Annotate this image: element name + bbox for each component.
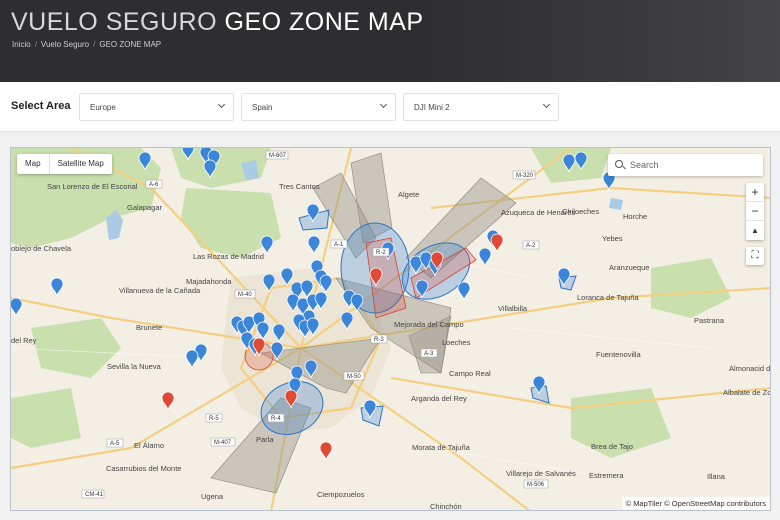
place-label: Casarrubios del Monte (106, 464, 181, 473)
page-header: VUELO SEGURO GEO ZONE MAP Inicio / Vuelo S… (0, 0, 780, 82)
place-label: Illana (707, 472, 726, 481)
place-label: Las Rozas de Madrid (193, 252, 264, 261)
breadcrumb: Inicio / Vuelo Seguro / GEO ZONE MAP (12, 40, 161, 49)
satellite-view-button[interactable]: Satellite Map (50, 154, 112, 174)
place-label: San Lorenzo de El Escorial (47, 182, 138, 191)
search-icon[interactable] (615, 160, 623, 168)
brand-name: VUELO SEGURO (11, 8, 218, 36)
place-label: Majadahonda (186, 277, 232, 286)
place-label: Arganda del Rey (411, 394, 467, 403)
breadcrumb-home[interactable]: Inicio (12, 40, 31, 49)
place-label: del Rey (11, 336, 37, 345)
road-label: CM-41 (85, 492, 104, 498)
map-search-input[interactable] (630, 157, 755, 173)
road-label: M-40 (238, 292, 252, 298)
region-select[interactable]: Europe (79, 93, 234, 121)
place-label: Galapagar (127, 203, 163, 212)
place-label: Brea de Tajo (591, 442, 633, 451)
compass-reset-button[interactable]: ▲ (746, 221, 764, 240)
zoom-in-button[interactable]: + (746, 183, 764, 202)
region-select-value: Europe (90, 103, 116, 112)
map-search-box (608, 154, 763, 176)
chevron-down-icon (542, 100, 551, 109)
road-label: M-407 (214, 440, 232, 446)
place-label: Aranzueque (609, 263, 649, 272)
place-label: Mejorada del Campo (394, 320, 464, 329)
place-label: Brunete (136, 323, 162, 332)
place-label: Villalbilla (498, 304, 528, 313)
place-label: Sevilla la Nueva (107, 362, 162, 371)
place-label: Algete (398, 190, 419, 199)
map-type-toggle: Map Satellite Map (17, 154, 112, 174)
zoom-out-button[interactable]: − (746, 202, 764, 221)
place-label: Fuentenovilla (596, 350, 641, 359)
road-label: A-3 (424, 351, 434, 357)
map-canvas[interactable]: San Lorenzo de El Escorial Galapagar Tre… (11, 148, 771, 511)
header-texture (420, 0, 780, 82)
place-label: Chinchón (430, 502, 462, 511)
chevron-down-icon (379, 100, 388, 109)
road-label: A-2 (526, 243, 536, 249)
road-label: A-6 (149, 182, 159, 188)
road-label: M-607 (269, 153, 287, 159)
map-zoom-controls: + − ▲ (746, 183, 764, 240)
place-label: Ciempozuelos (317, 490, 365, 499)
road-label: M-320 (516, 173, 534, 179)
place-label: Horche (623, 212, 647, 221)
place-label: Loranca de Tajuña (577, 293, 639, 302)
page-title: VUELO SEGURO GEO ZONE MAP (11, 8, 424, 37)
place-label: Tres Cantos (279, 182, 320, 191)
road-label: R-5 (209, 416, 219, 422)
country-select-value: Spain (252, 103, 273, 112)
select-area-label: Select Area (11, 100, 71, 112)
page-title-text: GEO ZONE MAP (224, 8, 424, 36)
place-label: Estremera (589, 471, 624, 480)
road-label: M-506 (527, 482, 545, 488)
place-label: Albalate de Zo (723, 388, 771, 397)
fullscreen-button[interactable]: ⛶ (746, 247, 764, 265)
drone-select[interactable]: DJI Mini 2 (403, 93, 559, 121)
place-label: Villanueva de la Cañada (119, 286, 201, 295)
breadcrumb-current: GEO ZONE MAP (99, 40, 162, 49)
place-label: Morata de Tajuña (412, 443, 471, 452)
chevron-down-icon (217, 100, 226, 109)
place-label: Campo Real (449, 369, 491, 378)
place-label: Chiloeches (562, 207, 599, 216)
breadcrumb-separator: / (93, 40, 96, 49)
place-label: Ugena (201, 492, 224, 501)
breadcrumb-separator: / (34, 40, 37, 49)
place-label: Loeches (442, 338, 471, 347)
breadcrumb-vuelo-seguro[interactable]: Vuelo Seguro (41, 40, 89, 49)
geo-zone-map[interactable]: San Lorenzo de El Escorial Galapagar Tre… (10, 147, 771, 511)
drone-select-value: DJI Mini 2 (414, 103, 450, 112)
place-label: Parla (256, 435, 274, 444)
road-label: R-2 (376, 250, 386, 256)
place-label: Almonacid de Zorita (729, 364, 771, 373)
map-view-button[interactable]: Map (17, 154, 49, 174)
country-select[interactable]: Spain (241, 93, 396, 121)
road-label: R-4 (271, 416, 281, 422)
place-label: Yebes (602, 234, 623, 243)
place-label: Pastrana (694, 316, 725, 325)
place-label: Villarejo de Salvanés (506, 469, 576, 478)
road-label: M-50 (347, 374, 361, 380)
road-label: A-1 (334, 242, 344, 248)
road-label: A-5 (110, 441, 120, 447)
road-label: R-3 (374, 337, 384, 343)
place-label: oblejo de Chavela (11, 244, 72, 253)
map-attribution: © MapTiler © OpenStreetMap contributors (621, 497, 770, 510)
place-label: El Álamo (134, 441, 164, 450)
filter-bar: Select Area Europe Spain DJI Mini 2 (0, 82, 780, 132)
